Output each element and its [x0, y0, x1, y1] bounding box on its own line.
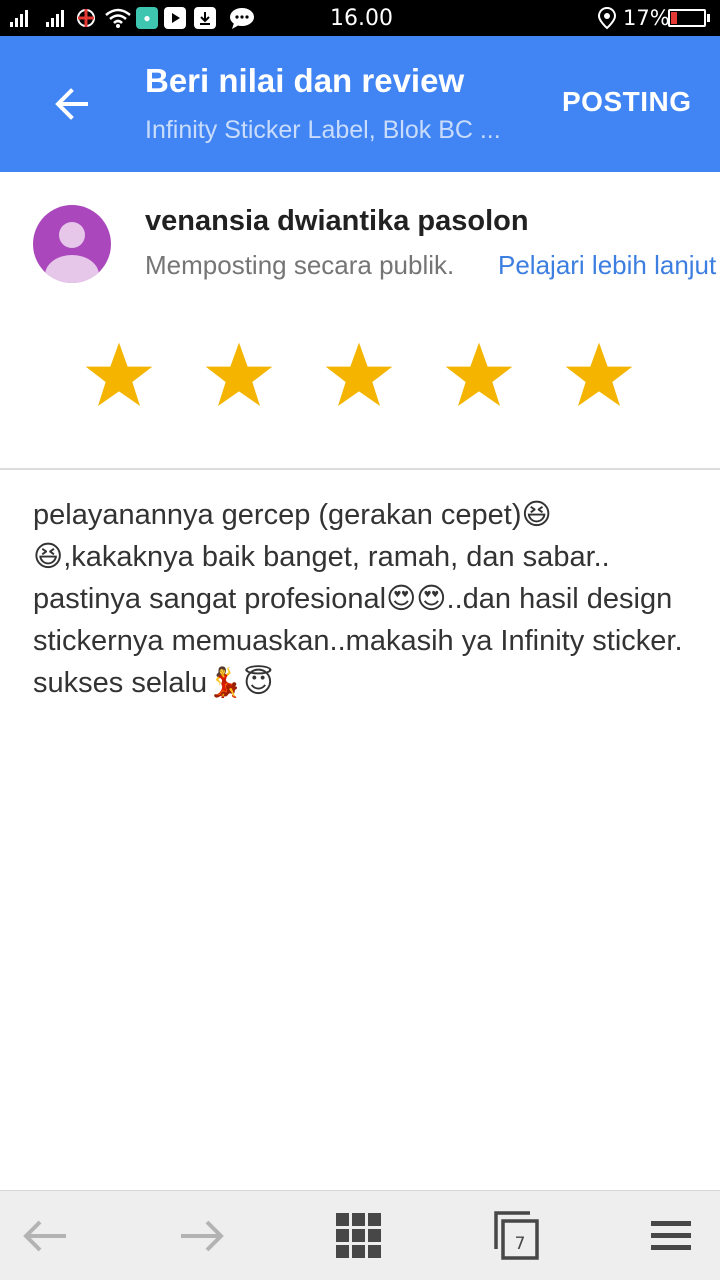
message-icon — [228, 0, 256, 36]
signal-1-icon — [10, 0, 28, 36]
nav-tabs-button[interactable]: 7 — [467, 1191, 567, 1280]
post-button[interactable]: POSTING — [562, 86, 692, 118]
star-5-icon[interactable] — [559, 336, 639, 416]
divider — [0, 468, 720, 470]
forward-icon — [181, 1220, 224, 1252]
location-icon — [597, 0, 617, 36]
star-1-icon[interactable] — [79, 336, 159, 416]
status-time: 16.00 — [330, 5, 393, 31]
user-name: venansia dwiantika pasolon — [145, 205, 529, 237]
tab-count: 7 — [515, 1234, 526, 1254]
app-header: Beri nilai dan review Infinity Sticker L… — [0, 36, 720, 172]
back-icon — [23, 1220, 66, 1252]
battery-icon — [668, 0, 710, 36]
star-3-icon[interactable] — [319, 336, 399, 416]
status-bar: ● 16.00 17% — [0, 0, 720, 36]
star-rating — [0, 336, 720, 416]
arrow-left-icon — [55, 88, 88, 120]
avatar — [33, 205, 111, 283]
nav-menu-button[interactable] — [621, 1191, 720, 1280]
nav-back-button[interactable] — [0, 1191, 95, 1280]
back-button[interactable] — [44, 76, 100, 132]
person-icon — [45, 222, 99, 283]
tabs-icon: 7 — [494, 1211, 539, 1260]
posting-publicly-label: Memposting secara publik. — [145, 250, 455, 280]
signal-2-icon — [46, 0, 64, 36]
apps-grid-icon — [336, 1213, 381, 1258]
learn-more-link[interactable]: Pelajari lebih lanjut — [498, 250, 720, 281]
page-title: Beri nilai dan review — [145, 62, 465, 99]
browser-bottom-nav: 7 — [0, 1190, 720, 1280]
download-icon — [194, 0, 216, 36]
star-2-icon[interactable] — [199, 336, 279, 416]
battery-level — [671, 12, 677, 24]
review-text-field[interactable]: pelayanannya gercep (gerakan cepet)😆😆,ka… — [33, 494, 693, 704]
youtube-icon — [164, 0, 186, 36]
vpn-icon — [74, 0, 98, 36]
star-4-icon[interactable] — [439, 336, 519, 416]
wifi-icon — [104, 0, 132, 36]
nav-apps-button[interactable] — [309, 1191, 409, 1280]
chat-app-icon: ● — [136, 0, 158, 36]
menu-icon — [651, 1221, 691, 1250]
battery-percent: 17% — [623, 6, 670, 30]
place-name-subtitle: Infinity Sticker Label, Blok BC ... — [145, 116, 501, 144]
nav-forward-button[interactable] — [152, 1191, 252, 1280]
